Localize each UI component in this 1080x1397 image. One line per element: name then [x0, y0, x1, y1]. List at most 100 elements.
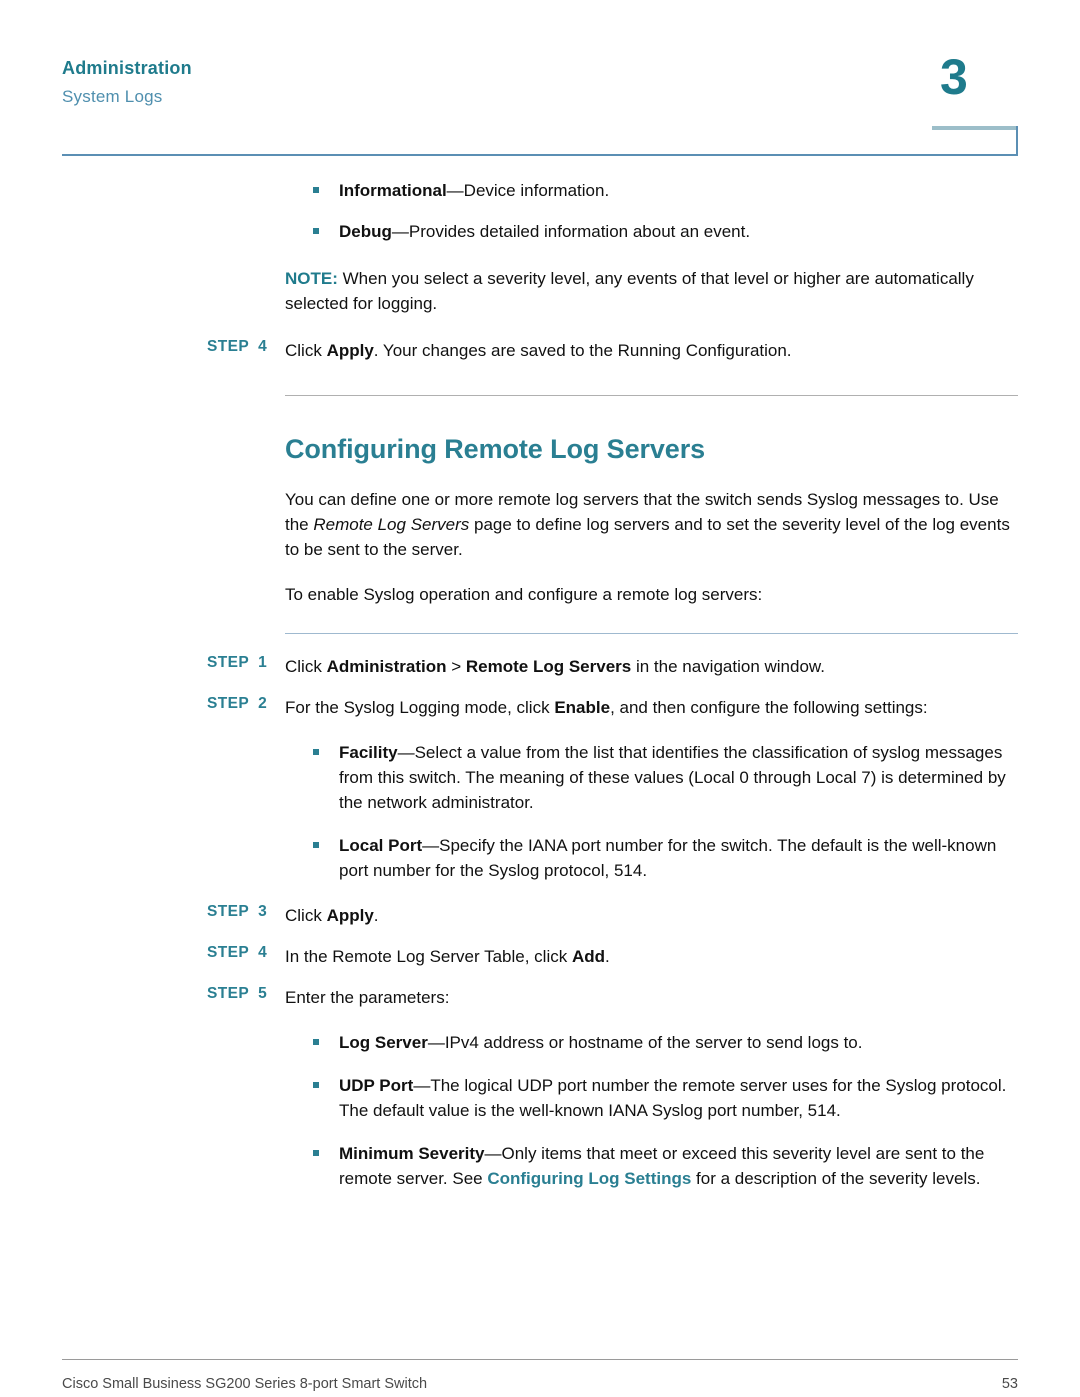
bullet-term: Local Port — [339, 836, 423, 855]
step-row: STEP 5 Enter the parameters: — [0, 985, 1080, 1010]
step-row: STEP 1 Click Administration > Remote Log … — [0, 654, 1080, 679]
step-text-prefix: Click — [285, 341, 327, 360]
step-row: STEP 2 For the Syslog Logging mode, click… — [0, 695, 1080, 720]
bullet-square-icon — [313, 749, 319, 755]
step-bold-term: Apply — [326, 341, 374, 360]
list-item: Local Port—Specify the IANA port number … — [0, 833, 1080, 883]
header-box-right-edge — [1016, 126, 1018, 156]
bullet-dash: — — [446, 181, 464, 200]
step-label: STEP 4 — [207, 338, 277, 356]
footer-divider-rule — [62, 1359, 1018, 1360]
bullet-square-icon — [313, 1150, 319, 1156]
bullet-description: Device information. — [463, 181, 610, 200]
step-text: For the Syslog Logging mode, click Enabl… — [285, 698, 928, 717]
bullet-square-icon — [313, 187, 319, 193]
step-fragment: Enter the parameters: — [285, 988, 450, 1007]
step-row: STEP 4 Click Apply. Your changes are save… — [0, 338, 1080, 363]
step-fragment: Click — [285, 657, 327, 676]
step-label: STEP 4 — [207, 944, 277, 962]
step-word: STEP — [207, 903, 250, 920]
note-text: When you select a severity level, any ev… — [285, 269, 974, 313]
step-fragment: Click — [285, 906, 327, 925]
bullet-description: Provides detailed information about an e… — [408, 222, 751, 241]
step-label: STEP 3 — [207, 903, 277, 921]
list-item: UDP Port—The logical UDP port number the… — [0, 1073, 1080, 1123]
bullet-term: Facility — [339, 743, 398, 762]
step-label: STEP 1 — [207, 654, 277, 672]
step-bold-term: Add — [571, 947, 605, 966]
page-content: Informational—Device information. Debug—… — [0, 170, 1080, 1191]
step-label: STEP 5 — [207, 985, 277, 1003]
bullet-square-icon — [313, 1039, 319, 1045]
bullet-term: Log Server — [339, 1033, 428, 1052]
bullet-term: Minimum Severity — [339, 1144, 485, 1163]
step-bold-term: Enable — [554, 698, 611, 717]
list-item: Debug—Provides detailed information abou… — [0, 219, 1080, 244]
header-chapter-title: Administration — [62, 58, 192, 78]
step-word: STEP — [207, 944, 250, 961]
bullet-description: IPv4 address or hostname of the server t… — [444, 1033, 863, 1052]
step-fragment: In the Remote Log Server Table, click — [285, 947, 572, 966]
note-block: NOTE: When you select a severity level, … — [0, 266, 1080, 316]
intro-italic-ref: Remote Log Servers — [313, 515, 470, 534]
step-fragment: , and then configure the following setti… — [610, 698, 928, 717]
page-title: Configuring Remote Log Servers — [285, 434, 706, 464]
step-number: 4 — [258, 338, 268, 355]
bullet-dash: — — [391, 222, 409, 241]
step-text: Click Apply. Your changes are saved to t… — [285, 341, 792, 360]
step-word: STEP — [207, 338, 250, 355]
bullet-square-icon — [313, 842, 319, 848]
step-number: 3 — [258, 903, 268, 920]
bullet-term: Debug — [339, 222, 392, 241]
step-fragment: in the navigation window. — [631, 657, 825, 676]
bullet-square-icon — [313, 1082, 319, 1088]
step-label: STEP 2 — [207, 695, 277, 713]
bullet-dash: — — [397, 743, 415, 762]
header-divider-rule — [62, 154, 1018, 156]
bullet-description: Select a value from the list that identi… — [339, 743, 1006, 812]
footer-page-number: 53 — [1001, 1376, 1018, 1392]
list-item: Log Server—IPv4 address or hostname of t… — [0, 1030, 1080, 1055]
step-fragment: For the Syslog Logging mode, click — [285, 698, 555, 717]
step-row: STEP 4 In the Remote Log Server Table, cl… — [0, 944, 1080, 969]
intro-paragraph-2: To enable Syslog operation and configure… — [285, 585, 763, 604]
note-label: NOTE: — [285, 269, 338, 288]
bullet-dash: — — [413, 1076, 431, 1095]
step-text: Click Apply. — [285, 906, 379, 925]
step-bold-term: Remote Log Servers — [465, 657, 632, 676]
chapter-number: 3 — [940, 49, 968, 105]
step-fragment: > — [446, 657, 466, 676]
step-word: STEP — [207, 695, 250, 712]
section-divider-gray — [285, 395, 1018, 396]
bullet-term: Informational — [339, 181, 447, 200]
bullet-description: The logical UDP port number the remote s… — [339, 1076, 1007, 1120]
cross-reference-link[interactable]: Configuring Log Settings — [487, 1169, 691, 1188]
step-row: STEP 3 Click Apply. — [0, 903, 1080, 928]
step-bold-term: Administration — [326, 657, 447, 676]
intro-paragraph: You can define one or more remote log se… — [0, 487, 1080, 562]
list-item: Informational—Device information. — [0, 178, 1080, 203]
step-word: STEP — [207, 654, 250, 671]
bullet-description-b: for a description of the severity levels… — [691, 1169, 981, 1188]
list-item: Facility—Select a value from the list th… — [0, 740, 1080, 815]
step-text: In the Remote Log Server Table, click Ad… — [285, 947, 610, 966]
step-word: STEP — [207, 985, 250, 1002]
bullet-term: UDP Port — [339, 1076, 414, 1095]
step-number: 1 — [258, 654, 268, 671]
bullet-dash: — — [427, 1033, 445, 1052]
step-text: Enter the parameters: — [285, 988, 449, 1007]
header-section-title: System Logs — [62, 87, 163, 106]
step-number: 5 — [258, 985, 268, 1002]
step-number: 4 — [258, 944, 268, 961]
step-text: Click Administration > Remote Log Server… — [285, 657, 825, 676]
step-text-suffix: . Your changes are saved to the Running … — [373, 341, 792, 360]
bullet-square-icon — [313, 228, 319, 234]
bullet-dash: — — [484, 1144, 502, 1163]
step-fragment: . — [605, 947, 610, 966]
step-number: 2 — [258, 695, 268, 712]
bullet-dash: — — [422, 836, 440, 855]
step-fragment: . — [373, 906, 379, 925]
header-box-top-edge — [932, 126, 1018, 130]
page-header: Administration System Logs 3 — [0, 0, 1080, 160]
step-bold-term: Apply — [326, 906, 374, 925]
